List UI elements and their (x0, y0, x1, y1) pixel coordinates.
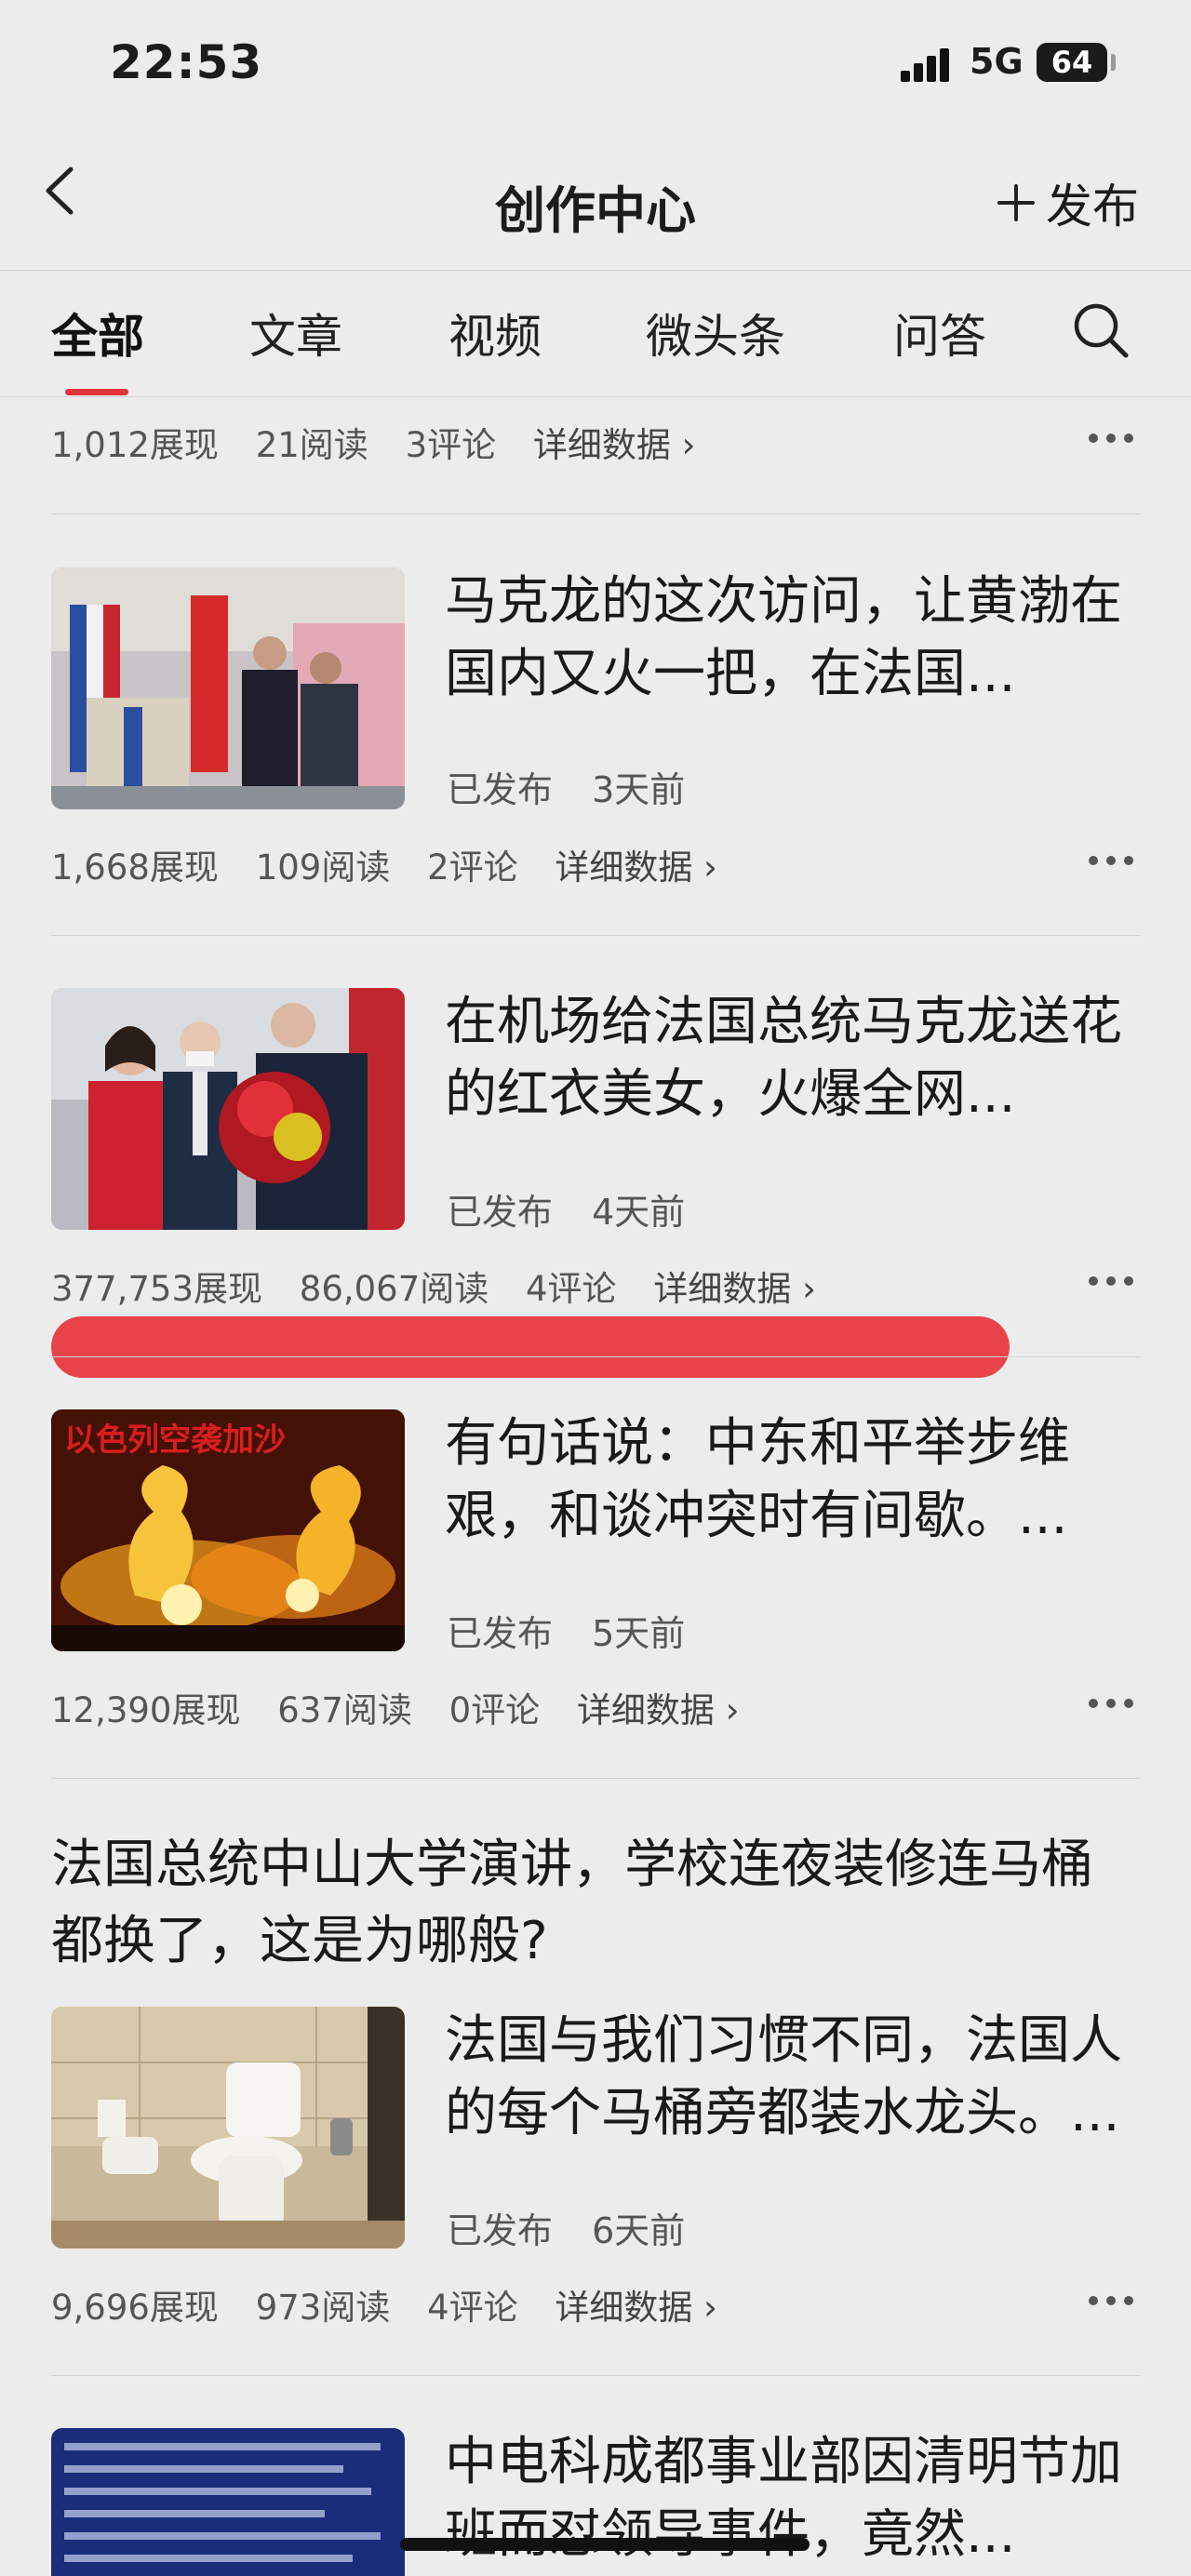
battery-icon: 64 (1037, 43, 1107, 82)
divider (51, 1778, 1140, 1779)
article-title[interactable]: 有句话说：中东和平举步维艰，和谈冲突时有间歇。... (445, 1408, 1124, 1553)
publish-time: 6天前 (592, 2210, 686, 2251)
comments-count: 0评论 (448, 1690, 541, 1730)
active-tab-indicator (65, 389, 128, 395)
more-icon[interactable] (1089, 856, 1133, 867)
article-meta: 已发布 4天前 (447, 1183, 713, 1235)
comments-count: 2评论 (427, 848, 518, 888)
detail-data-link[interactable]: 详细数据 › (555, 2288, 717, 2328)
reads-count: 21阅读 (255, 425, 368, 465)
search-icon[interactable] (1070, 300, 1131, 361)
article-meta: 已发布 3天前 (447, 761, 713, 812)
thumbnail-image (51, 2428, 405, 2576)
detail-data-link[interactable]: 详细数据 › (577, 1690, 740, 1730)
publish-status: 已发布 (447, 1192, 554, 1233)
signal-icon (901, 48, 957, 82)
reads-count: 637阅读 (277, 1690, 412, 1730)
detail-data-link[interactable]: 详细数据 › (533, 425, 696, 465)
tab-articles[interactable]: 文章 (249, 300, 342, 367)
publish-status: 已发布 (447, 2210, 554, 2251)
post-headline[interactable]: 法国总统中山大学演讲，学校连夜装修连马桶都换了，这是为哪般? (51, 1827, 1140, 1980)
thumbnail-image (51, 988, 405, 1230)
impressions-count: 1,012展现 (51, 425, 219, 465)
battery-nub (1111, 54, 1116, 71)
more-icon[interactable] (1089, 1699, 1133, 1710)
comments-count: 4评论 (427, 2288, 518, 2328)
impressions-count: 9,696展现 (51, 2288, 219, 2328)
reads-count: 109阅读 (255, 848, 391, 888)
comments-count: 4评论 (526, 1269, 617, 1309)
stats-row: 377,753展现 86,067阅读 4评论 详细数据 › (51, 1261, 842, 1311)
publish-time: 3天前 (592, 769, 686, 810)
publish-time: 5天前 (592, 1613, 686, 1654)
stats-row: 1,012展现 21阅读 3评论 详细数据 › (51, 417, 721, 467)
tab-bar: 全部 文章 视频 微头条 问答 (0, 272, 1191, 397)
reads-count: 86,067阅读 (299, 1269, 489, 1309)
tab-micro-posts[interactable]: 微头条 (646, 300, 785, 367)
status-bar: 22:53 5G 64 (0, 0, 1191, 130)
publish-status: 已发布 (447, 1613, 554, 1654)
publish-time: 4天前 (592, 1192, 686, 1233)
more-icon[interactable] (1089, 434, 1133, 445)
divider (51, 1356, 1140, 1357)
divider (51, 935, 1140, 936)
publish-status: 已发布 (447, 769, 554, 810)
publish-button[interactable]: 发布 (996, 169, 1139, 236)
article-title[interactable]: 在机场给法国总统马克龙送花的红衣美女，火爆全网... (445, 986, 1124, 1131)
reads-count: 973阅读 (255, 2288, 391, 2328)
status-time: 22:53 (110, 35, 263, 89)
thumbnail-caption: 以色列空袭加沙 (64, 1421, 286, 1459)
tab-all[interactable]: 全部 (51, 300, 144, 367)
thumbnail-image (51, 2007, 405, 2249)
network-label: 5G (970, 41, 1024, 82)
tab-videos[interactable]: 视频 (448, 300, 542, 367)
stats-row: 1,668展现 109阅读 2评论 详细数据 › (51, 839, 743, 889)
thumbnail-image (51, 567, 405, 809)
nav-bar: 创作中心 发布 (0, 130, 1191, 271)
impressions-count: 377,753展现 (51, 1269, 263, 1309)
detail-data-link[interactable]: 详细数据 › (555, 848, 717, 888)
article-thumbnail[interactable]: 以色列空袭加沙 (51, 1409, 405, 1651)
plus-icon (997, 184, 1035, 221)
tab-qa[interactable]: 问答 (893, 300, 986, 367)
stats-row: 12,390展现 637阅读 0评论 详细数据 › (51, 1682, 766, 1732)
impressions-count: 12,390展现 (51, 1690, 241, 1730)
divider (51, 2375, 1140, 2376)
article-thumbnail[interactable] (51, 2428, 405, 2576)
article-thumbnail[interactable] (51, 988, 405, 1230)
article-thumbnail[interactable] (51, 567, 405, 809)
more-icon[interactable] (1089, 1276, 1133, 1288)
article-title[interactable]: 法国与我们习惯不同，法国人的每个马桶旁都装水龙头。... (445, 2005, 1124, 2150)
article-meta: 已发布 5天前 (447, 1605, 713, 1656)
article-title[interactable]: 马克龙的这次访问，让黄渤在国内又火一把，在法国... (445, 566, 1124, 711)
detail-data-link[interactable]: 详细数据 › (653, 1269, 816, 1309)
publish-label: 发布 (1046, 180, 1139, 234)
impressions-count: 1,668展现 (51, 848, 219, 888)
thumbnail-image: 以色列空袭加沙 (51, 1409, 405, 1651)
home-indicator (400, 2538, 810, 2551)
stats-row: 9,696展现 973阅读 4评论 详细数据 › (51, 2279, 743, 2329)
comments-count: 3评论 (405, 425, 497, 465)
article-meta: 已发布 6天前 (447, 2202, 713, 2253)
more-icon[interactable] (1089, 2296, 1133, 2307)
article-thumbnail[interactable] (51, 2007, 405, 2249)
highlight-marker (51, 1316, 1010, 1378)
